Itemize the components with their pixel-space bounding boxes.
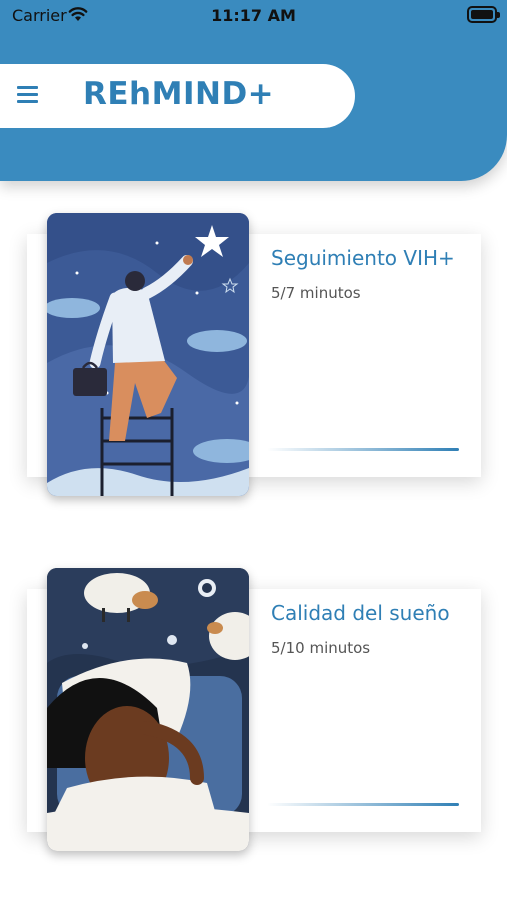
app-title: REhMIND+ xyxy=(83,76,275,112)
title-bar: REhMIND+ xyxy=(0,64,355,128)
card-duration: 5/7 minutos xyxy=(271,284,361,302)
module-card-calidad-sueno[interactable]: Calidad del sueño 5/10 minutos xyxy=(27,568,481,851)
card-title: Calidad del sueño xyxy=(271,601,450,625)
battery-icon xyxy=(467,6,500,23)
app-header: Carrier 11:17 AM REhMIND+ xyxy=(0,0,507,181)
card-title: Seguimiento VIH+ xyxy=(271,246,455,270)
card-progress-bar xyxy=(267,448,459,451)
status-bar: Carrier 11:17 AM xyxy=(0,0,507,32)
man-reaching-star-illustration xyxy=(47,213,249,496)
hamburger-menu-icon[interactable] xyxy=(17,86,38,104)
card-duration: 5/10 minutos xyxy=(271,639,371,657)
clock: 11:17 AM xyxy=(211,6,296,25)
woman-sleeping-sheep-illustration xyxy=(47,568,249,851)
card-progress-bar xyxy=(267,803,459,806)
module-card-seguimiento[interactable]: Seguimiento VIH+ 5/7 minutos xyxy=(27,213,481,496)
